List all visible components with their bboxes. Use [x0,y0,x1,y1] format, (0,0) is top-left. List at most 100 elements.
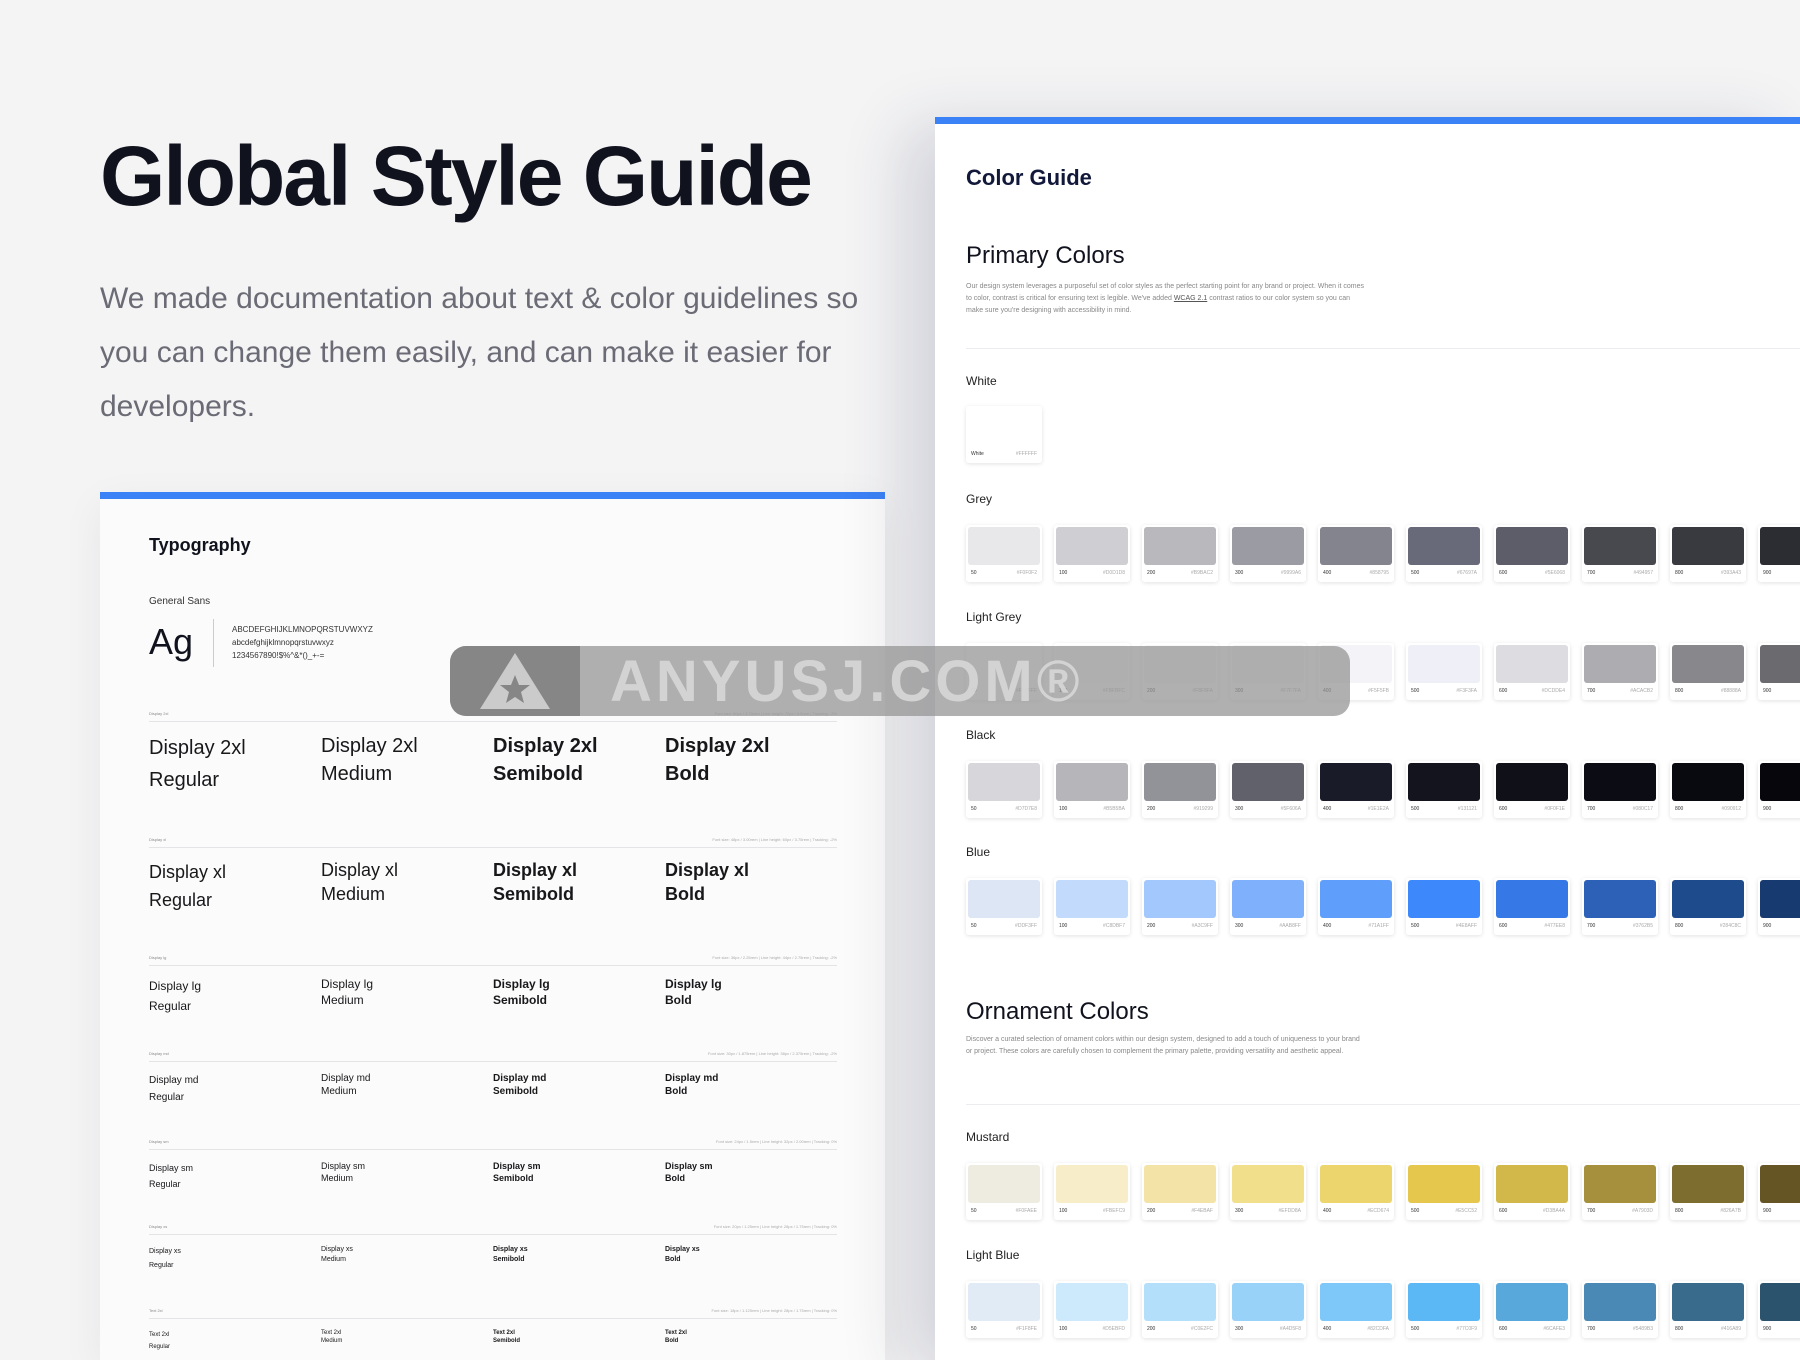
type-scale-section: Display md Font size: 30px / 1.875rem | L… [149,1051,837,1106]
color-swatch[interactable]: 900 [1758,1163,1800,1220]
type-sample-weight: Bold [665,1338,679,1344]
color-swatch[interactable]: 500 #E5CC52 [1406,1163,1482,1220]
type-sample-weight: Bold [665,1086,688,1097]
type-sample-weight: Bold [665,993,692,1007]
swatch-name: 800 [1675,923,1684,929]
color-swatch[interactable]: 100 #C8DBF7 [1054,878,1130,935]
color-swatch[interactable]: 50 #D7D7E8 [966,761,1042,818]
color-swatch[interactable]: 600 #6CAFE3 [1494,1281,1570,1338]
color-swatch[interactable]: 800 #090912 [1670,761,1746,818]
type-sample: Text 2xl Bold [665,1329,837,1353]
type-scale-section: Text 2xl Font size: 18px / 1.125rem | Lin… [149,1308,837,1353]
color-swatch[interactable]: 200 #B9BAC2 [1142,525,1218,582]
color-swatch[interactable]: 900 [1758,1281,1800,1338]
color-swatch[interactable]: 400 #71A1FF [1318,878,1394,935]
type-sample-weight: Semibold [493,1173,534,1183]
color-swatch[interactable]: 200 #C0E2FC [1142,1281,1218,1338]
swatch-fill [1320,527,1392,565]
swatch-name: 600 [1499,923,1508,929]
type-sample-weight: Semibold [493,884,575,904]
color-swatch[interactable]: 500 #F3F3FA [1406,643,1482,700]
color-swatch[interactable]: 50 #F0FAEE [966,1163,1042,1220]
color-swatch[interactable]: 400 #ECD674 [1318,1163,1394,1220]
type-sample-name: Text 2xl [149,1332,170,1338]
color-swatch[interactable]: 400 #1E1E2A [1318,761,1394,818]
color-swatch[interactable]: 100 #D5EBFD [1054,1281,1130,1338]
swatch-name: 400 [1323,806,1332,812]
color-swatch[interactable]: 100 #FBEFC9 [1054,1163,1130,1220]
type-sample-weight: Semibold [493,1086,539,1097]
color-swatch[interactable]: 900 [1758,761,1800,818]
color-swatch[interactable]: 900 [1758,878,1800,935]
color-swatch[interactable]: 400 #82CDFA [1318,1281,1394,1338]
color-swatch[interactable]: 700 #A7903D [1582,1163,1658,1220]
color-swatch[interactable]: 600 #DCDDE4 [1494,643,1570,700]
color-swatch[interactable]: 700 #494957 [1582,525,1658,582]
type-sample-weight: Regular [149,1262,174,1269]
type-sample-weight: Medium [321,1086,357,1097]
color-swatch[interactable]: 700 #080C17 [1582,761,1658,818]
type-sample-name: Display md [493,1073,547,1084]
color-swatch[interactable]: 700 #ACACB2 [1582,643,1658,700]
swatch-name: 900 [1763,806,1772,812]
color-swatch[interactable]: White #FFFFFF [966,406,1042,463]
swatch-name: 700 [1587,688,1596,694]
wcag-link[interactable]: WCAG 2.1 [1174,295,1207,302]
color-swatch[interactable]: 300 #5F606A [1230,761,1306,818]
swatch-name: 500 [1411,806,1420,812]
type-scale-header: Text 2xl Font size: 18px / 1.125rem | Lin… [149,1308,837,1319]
color-swatch[interactable]: 900 [1758,643,1800,700]
color-swatch[interactable]: 900 [1758,525,1800,582]
swatch-fill [1144,880,1216,918]
palette-label: Black [966,728,996,742]
swatch-name: 300 [1235,806,1244,812]
type-sample-weight: Bold [665,763,710,785]
type-sample: Display md Regular [149,1072,321,1106]
color-swatch[interactable]: 500 #131121 [1406,761,1482,818]
type-sample: Display lg Bold [665,976,837,1016]
color-swatch[interactable]: 300 #EFDD8A [1230,1163,1306,1220]
color-swatch[interactable]: 100 #D0D1D8 [1054,525,1130,582]
type-scale-spec: Font size: 18px / 1.125rem | Line height… [711,1308,837,1313]
color-swatch[interactable]: 300 #AAB8FF [1230,878,1306,935]
color-swatch[interactable]: 50 #F0F0F2 [966,525,1042,582]
color-swatch[interactable]: 800 #88888A [1670,643,1746,700]
color-swatch[interactable]: 600 #477EE8 [1494,878,1570,935]
swatch-fill [1496,880,1568,918]
color-swatch[interactable]: 100 #B5B5BA [1054,761,1130,818]
page-description: We made documentation about text & color… [100,282,859,423]
swatch-fill [1232,1283,1304,1321]
swatch-hex: #B5B5BA [1103,806,1125,812]
color-swatch[interactable]: 800 #826A7B [1670,1163,1746,1220]
color-swatch[interactable]: 50 #F1F8FE [966,1281,1042,1338]
watermark-text: ANYUSJ.COM® [610,648,1084,714]
color-swatch[interactable]: 800 #393A43 [1670,525,1746,582]
swatch-name: 700 [1587,1208,1596,1214]
color-swatch[interactable]: 500 #77C0F9 [1406,1281,1482,1338]
typography-title: Typography [149,535,251,555]
swatch-name: 500 [1411,1326,1420,1332]
type-sample-row: Display lg Regular Display lg Medium Display… [149,976,837,1016]
color-swatch[interactable]: 800 #284C8C [1670,878,1746,935]
color-swatch[interactable]: 300 #A4D5F8 [1230,1281,1306,1338]
swatch-hex: #284C8C [1719,923,1741,929]
color-swatch[interactable]: 700 #3762B5 [1582,878,1658,935]
type-scale-label: Display xl [149,837,167,842]
color-swatch[interactable]: 500 #67697A [1406,525,1482,582]
color-swatch[interactable]: 500 #4E8AFF [1406,878,1482,935]
type-sample-name: Display md [321,1073,371,1084]
color-swatch[interactable]: 400 #858795 [1318,525,1394,582]
charset: ABCDEFGHIJKLMNOPQRSTUVWXYZ abcdefghijklm… [232,623,373,662]
color-swatch[interactable]: 200 #919299 [1142,761,1218,818]
color-swatch[interactable]: 300 #9999A6 [1230,525,1306,582]
color-swatch[interactable]: 800 #416A89 [1670,1281,1746,1338]
color-swatch[interactable]: 50 #DDF3FF [966,878,1042,935]
color-swatch[interactable]: 700 #5489B3 [1582,1281,1658,1338]
color-swatch[interactable]: 600 #5E6068 [1494,525,1570,582]
color-swatch[interactable]: 200 #A3C9FF [1142,878,1218,935]
color-swatch[interactable]: 600 #D3BA4A [1494,1163,1570,1220]
swatch-name: 300 [1235,1208,1244,1214]
color-swatch[interactable]: 200 #F4EBAF [1142,1163,1218,1220]
swatch-hex: #AAB8FF [1279,923,1301,929]
color-swatch[interactable]: 600 #0F0F1E [1494,761,1570,818]
